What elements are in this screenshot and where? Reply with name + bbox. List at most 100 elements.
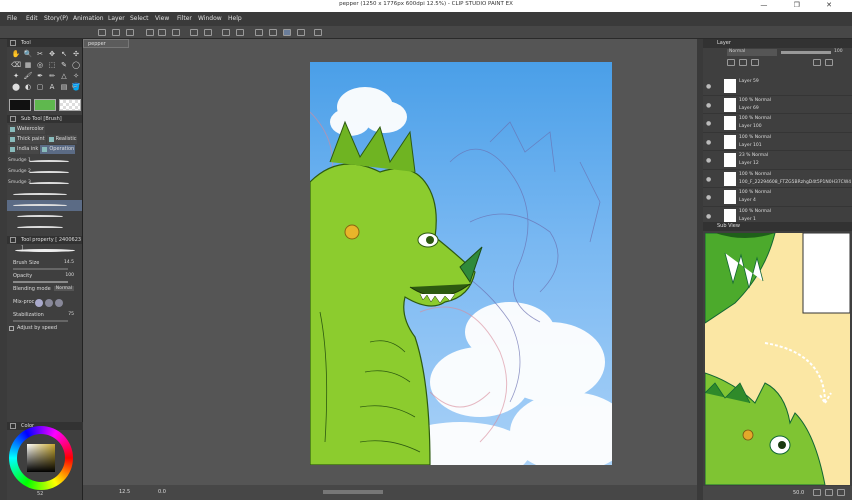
tab-thick-paint[interactable]: Thick paint: [8, 135, 46, 144]
layer-opacity-value[interactable]: 100: [834, 49, 843, 54]
transparent-color-swatch[interactable]: [59, 99, 81, 111]
tab-realistic[interactable]: Realistic: [46, 135, 78, 144]
tool-button-icon[interactable]: ⬤: [11, 83, 21, 92]
tool-button-icon[interactable]: ◐: [23, 83, 33, 92]
rotation-readout[interactable]: 0.0: [158, 489, 166, 495]
layer-row[interactable]: ● 100 % Normal Layer 100: [703, 114, 852, 133]
tool-button-icon[interactable]: ⌫: [11, 61, 21, 70]
eye-icon[interactable]: ●: [706, 83, 711, 90]
eye-icon[interactable]: ●: [706, 139, 711, 146]
layer-row[interactable]: ● 23 % Normal Layer 12: [703, 151, 852, 170]
stabilization-slider[interactable]: [13, 320, 68, 322]
tab-operation[interactable]: Operation: [40, 145, 76, 154]
menu-file[interactable]: File: [7, 15, 17, 22]
eye-icon[interactable]: ●: [706, 102, 711, 109]
deselect-icon[interactable]: [222, 29, 230, 36]
tool-button-icon[interactable]: ⬚: [47, 61, 57, 70]
brush-item[interactable]: [7, 211, 82, 222]
tool-button-icon[interactable]: ✋: [11, 50, 21, 59]
tool-button-icon[interactable]: △: [59, 72, 69, 81]
mix-option-2-icon[interactable]: [45, 299, 53, 307]
snap-special-icon[interactable]: [283, 29, 291, 36]
menu-layer[interactable]: Layer: [108, 15, 125, 22]
tool-button-icon[interactable]: A: [47, 83, 57, 92]
tool-button-icon[interactable]: ▤: [59, 83, 69, 92]
reference-image[interactable]: [705, 233, 850, 485]
layer-row[interactable]: ● 100 % Normal 100_F_22294608_FTZG5BRzhgD4…: [703, 170, 852, 188]
mask-icon[interactable]: [813, 59, 821, 66]
tool-button-icon[interactable]: ✒: [35, 72, 45, 81]
crop-icon[interactable]: [204, 29, 212, 36]
grid-icon[interactable]: [297, 29, 305, 36]
tool-button-icon[interactable]: 🪣: [71, 83, 81, 92]
tool-button-icon[interactable]: ✥: [47, 50, 57, 59]
window-controls[interactable]: — ❐ ✕: [760, 1, 844, 9]
zoom-out-icon[interactable]: [825, 489, 833, 496]
zoom-in-icon[interactable]: [813, 489, 821, 496]
opacity-value[interactable]: 100: [65, 273, 74, 278]
redo-icon[interactable]: [158, 29, 166, 36]
mixing-control[interactable]: Mix-proc: [7, 297, 82, 310]
undo-icon[interactable]: [146, 29, 154, 36]
eye-icon[interactable]: ●: [706, 157, 711, 164]
brush-item[interactable]: Smudge 1: [7, 156, 82, 167]
brush-size-value[interactable]: 14.5: [64, 260, 74, 265]
brush-size-slider[interactable]: [13, 268, 68, 270]
snap-icon[interactable]: [269, 29, 277, 36]
menu-filter[interactable]: Filter: [177, 15, 192, 22]
main-color-swatch[interactable]: [9, 99, 31, 111]
horizontal-scrollbar[interactable]: [323, 490, 383, 494]
zoom-readout[interactable]: 12.5: [119, 489, 130, 495]
menu-window[interactable]: Window: [198, 15, 222, 22]
color-wheel[interactable]: [9, 426, 73, 490]
tab-watercolor[interactable]: Watercolor: [8, 125, 45, 134]
menu-view[interactable]: View: [155, 15, 169, 22]
mix-option-3-icon[interactable]: [55, 299, 63, 307]
lock-icon[interactable]: [727, 59, 735, 66]
layer-opacity-slider[interactable]: [781, 51, 831, 54]
tool-button-icon[interactable]: ↖: [59, 50, 69, 59]
stabilization-value[interactable]: 75: [68, 312, 74, 317]
clip-icon[interactable]: [739, 59, 747, 66]
opacity-slider[interactable]: [13, 281, 68, 283]
sub-view-zoom[interactable]: 50.0: [793, 490, 804, 496]
eye-icon[interactable]: ●: [706, 120, 711, 127]
tool-button-icon[interactable]: ▢: [35, 83, 45, 92]
eye-icon[interactable]: ●: [706, 194, 711, 201]
eye-icon[interactable]: ●: [706, 213, 711, 220]
tool-button-icon[interactable]: ✎: [59, 61, 69, 70]
ruler-icon[interactable]: [255, 29, 263, 36]
brush-item[interactable]: [7, 222, 82, 233]
fit-icon[interactable]: [837, 489, 845, 496]
layer-row[interactable]: ● 100 % Normal Layer 4: [703, 188, 852, 207]
brush-item[interactable]: Smudge 3: [7, 178, 82, 189]
clear-icon[interactable]: [190, 29, 198, 36]
blending-mode-select[interactable]: Normal: [53, 286, 74, 291]
settings-icon[interactable]: [314, 29, 322, 36]
adjust-by-speed-checkbox[interactable]: [9, 326, 14, 331]
save-icon[interactable]: [126, 29, 134, 36]
tool-button-icon[interactable]: ▦: [23, 61, 33, 70]
adjust-by-speed-control[interactable]: Adjust by speed: [7, 323, 82, 336]
brush-item[interactable]: Smudge 2: [7, 167, 82, 178]
artwork-canvas[interactable]: [310, 62, 612, 465]
tool-button-icon[interactable]: ✂: [35, 50, 45, 59]
invert-selection-icon[interactable]: [236, 29, 244, 36]
eye-icon[interactable]: ●: [706, 176, 711, 183]
tool-button-icon[interactable]: ✧: [71, 72, 81, 81]
brush-size-control[interactable]: Brush Size 14.5: [7, 258, 82, 271]
layer-row[interactable]: ● 100 % Normal Layer 101: [703, 133, 852, 151]
loading-icon[interactable]: [172, 29, 180, 36]
mix-option-1-icon[interactable]: [35, 299, 43, 307]
tool-button-icon[interactable]: ✣: [71, 50, 81, 59]
brush-item-selected[interactable]: [7, 200, 82, 211]
tool-button-icon[interactable]: 🖌: [23, 72, 33, 81]
tab-india-ink[interactable]: India ink: [8, 145, 40, 154]
tool-button-icon[interactable]: 🔍: [23, 50, 33, 59]
menu-animation[interactable]: Animation: [73, 15, 104, 22]
menu-select[interactable]: Select: [130, 15, 149, 22]
menu-edit[interactable]: Edit: [26, 15, 38, 22]
layer-blend-select[interactable]: Normal: [727, 49, 777, 56]
open-icon[interactable]: [112, 29, 120, 36]
layer-row[interactable]: ● Layer 59: [703, 77, 852, 96]
